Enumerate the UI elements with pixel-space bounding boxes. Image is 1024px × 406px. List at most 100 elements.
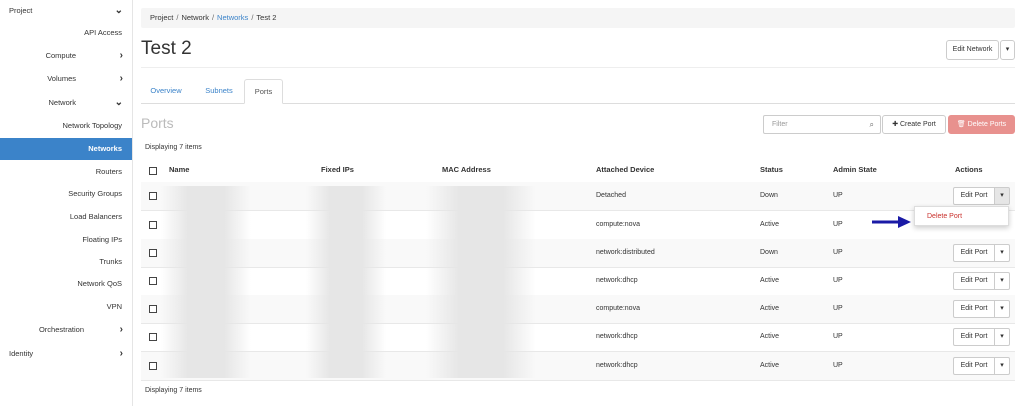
sidebar-item-trunks[interactable]: Trunks — [0, 251, 132, 273]
attached-device-cell: network:dhcp — [596, 362, 638, 369]
edit-port-button[interactable]: Edit Port — [953, 244, 995, 262]
row-checkbox[interactable] — [149, 277, 157, 285]
caret-down-icon: ▾ — [1000, 333, 1004, 340]
tab-bar: Overview Subnets Ports — [141, 79, 1015, 104]
sidebar-item-routers[interactable]: Routers — [0, 161, 132, 183]
sidebar-item-label: Identity — [9, 349, 34, 358]
sidebar-item-orchestration[interactable]: Orchestration › — [0, 319, 132, 341]
title-divider — [141, 67, 1015, 68]
column-header-actions: Actions — [955, 165, 983, 174]
sidebar-item-api-access[interactable]: API Access — [0, 22, 132, 44]
delete-port-menu-item[interactable]: Delete Port — [927, 213, 962, 220]
edit-port-button[interactable]: Edit Port — [953, 357, 995, 375]
breadcrumb-project[interactable]: Project — [150, 13, 173, 22]
breadcrumb-network[interactable]: Network — [181, 13, 209, 22]
filter-input[interactable]: Filter ⌕ — [763, 115, 881, 134]
sidebar: Project ⌄ API Access Compute › Volumes › Ne… — [0, 0, 133, 406]
attached-device-cell: network:dhcp — [596, 277, 638, 284]
column-header-admin-state[interactable]: Admin State — [833, 158, 877, 182]
edit-port-button[interactable]: Edit Port — [953, 300, 995, 318]
row-actions-caret-button[interactable]: ▾ — [994, 187, 1010, 205]
edit-port-button[interactable]: Edit Port — [953, 272, 995, 290]
breadcrumb-separator: / — [251, 13, 254, 22]
sidebar-item-compute[interactable]: Compute › — [0, 45, 132, 67]
chevron-down-icon: ⌄ — [114, 97, 123, 108]
table-row: compute:nova Active UP Edit Port ▾ — [141, 295, 1015, 324]
table-row: network:distributed Down UP Edit Port ▾ — [141, 239, 1015, 268]
search-icon[interactable]: ⌕ — [870, 116, 874, 133]
item-count-bottom: Displaying 7 items — [145, 387, 202, 394]
caret-down-icon: ▾ — [1000, 249, 1004, 256]
status-cell: Active — [760, 221, 780, 228]
row-checkbox[interactable] — [149, 192, 157, 200]
attached-device-cell: compute:nova — [596, 221, 640, 228]
breadcrumb-networks-link[interactable]: Networks — [217, 13, 248, 22]
admin-state-cell: UP — [833, 277, 843, 284]
select-all-checkbox[interactable] — [149, 167, 157, 175]
row-checkbox[interactable] — [149, 221, 157, 229]
row-checkbox[interactable] — [149, 305, 157, 313]
sidebar-item-label: Network QoS — [77, 279, 122, 288]
row-actions-dropdown: Delete Port — [914, 206, 1009, 226]
filter-placeholder: Filter — [772, 121, 788, 128]
row-checkbox[interactable] — [149, 333, 157, 341]
row-actions: Edit Port ▾ — [953, 300, 1011, 318]
column-header-attached-device[interactable]: Attached Device — [596, 158, 654, 182]
sidebar-item-load-balancers[interactable]: Load Balancers — [0, 206, 132, 228]
redacted-fixed-ips-column — [306, 186, 386, 378]
admin-state-cell: UP — [833, 249, 843, 256]
sidebar-item-label: Trunks — [99, 257, 122, 266]
sidebar-item-network-qos[interactable]: Network QoS — [0, 273, 132, 295]
status-cell: Down — [760, 249, 778, 256]
sidebar-item-identity[interactable]: Identity › — [0, 343, 132, 365]
sidebar-item-security-groups[interactable]: Security Groups — [0, 183, 132, 205]
create-port-button[interactable]: ✚ Create Port — [882, 115, 946, 134]
sidebar-item-label: API Access — [84, 28, 122, 37]
attached-device-cell: Detached — [596, 192, 626, 199]
delete-ports-button[interactable]: 🗑 Delete Ports — [948, 115, 1015, 134]
sidebar-item-network-topology[interactable]: Network Topology — [0, 115, 132, 137]
edit-network-button[interactable]: Edit Network — [946, 40, 999, 60]
tab-subnets[interactable]: Subnets — [199, 79, 239, 103]
column-header-name[interactable]: Name — [169, 158, 189, 182]
row-actions-caret-button[interactable]: ▾ — [994, 357, 1010, 375]
chevron-right-icon: › — [119, 50, 123, 61]
row-actions-caret-button[interactable]: ▾ — [994, 272, 1010, 290]
chevron-down-icon: ⌄ — [114, 5, 123, 16]
attached-device-cell: network:dhcp — [596, 333, 638, 340]
sidebar-item-network[interactable]: Network ⌄ — [0, 92, 132, 114]
sidebar-item-label: Volumes — [47, 74, 76, 83]
sidebar-item-label: Networks — [88, 144, 122, 153]
sidebar-item-project[interactable]: Project ⌄ — [0, 0, 132, 22]
sidebar-item-label: Orchestration — [38, 325, 84, 334]
admin-state-cell: UP — [833, 333, 843, 340]
breadcrumb-separator: / — [176, 13, 179, 22]
sidebar-item-label: Routers — [95, 167, 122, 176]
row-actions-caret-button[interactable]: ▾ — [994, 244, 1010, 262]
tab-ports[interactable]: Ports — [244, 79, 283, 104]
row-actions-caret-button[interactable]: ▾ — [994, 328, 1010, 346]
row-checkbox[interactable] — [149, 362, 157, 370]
table-row: network:dhcp Active UP Edit Port ▾ — [141, 352, 1015, 381]
ports-section-title: Ports — [141, 115, 174, 131]
sidebar-item-networks[interactable]: Networks — [0, 138, 132, 160]
edit-port-button[interactable]: Edit Port — [953, 187, 995, 205]
row-actions-caret-button[interactable]: ▾ — [994, 300, 1010, 318]
column-header-mac-address[interactable]: MAC Address — [442, 158, 491, 182]
sidebar-item-floating-ips[interactable]: Floating IPs — [0, 229, 132, 251]
chevron-right-icon: › — [119, 73, 123, 84]
column-header-status[interactable]: Status — [760, 158, 783, 182]
sidebar-item-volumes[interactable]: Volumes › — [0, 68, 132, 90]
sidebar-item-label: Floating IPs — [82, 235, 122, 244]
edit-port-button[interactable]: Edit Port — [953, 328, 995, 346]
table-row: Detached Down UP Edit Port ▾ — [141, 182, 1015, 211]
table-row: network:dhcp Active UP Edit Port ▾ — [141, 267, 1015, 296]
tab-overview[interactable]: Overview — [145, 79, 187, 103]
admin-state-cell: UP — [833, 362, 843, 369]
sidebar-item-label: Project — [9, 6, 33, 15]
row-checkbox[interactable] — [149, 249, 157, 257]
sidebar-item-vpn[interactable]: VPN — [0, 296, 132, 318]
edit-network-caret-button[interactable]: ▾ — [1000, 40, 1015, 60]
column-header-fixed-ips[interactable]: Fixed IPs — [321, 158, 354, 182]
row-actions: Edit Port ▾ — [953, 244, 1011, 262]
